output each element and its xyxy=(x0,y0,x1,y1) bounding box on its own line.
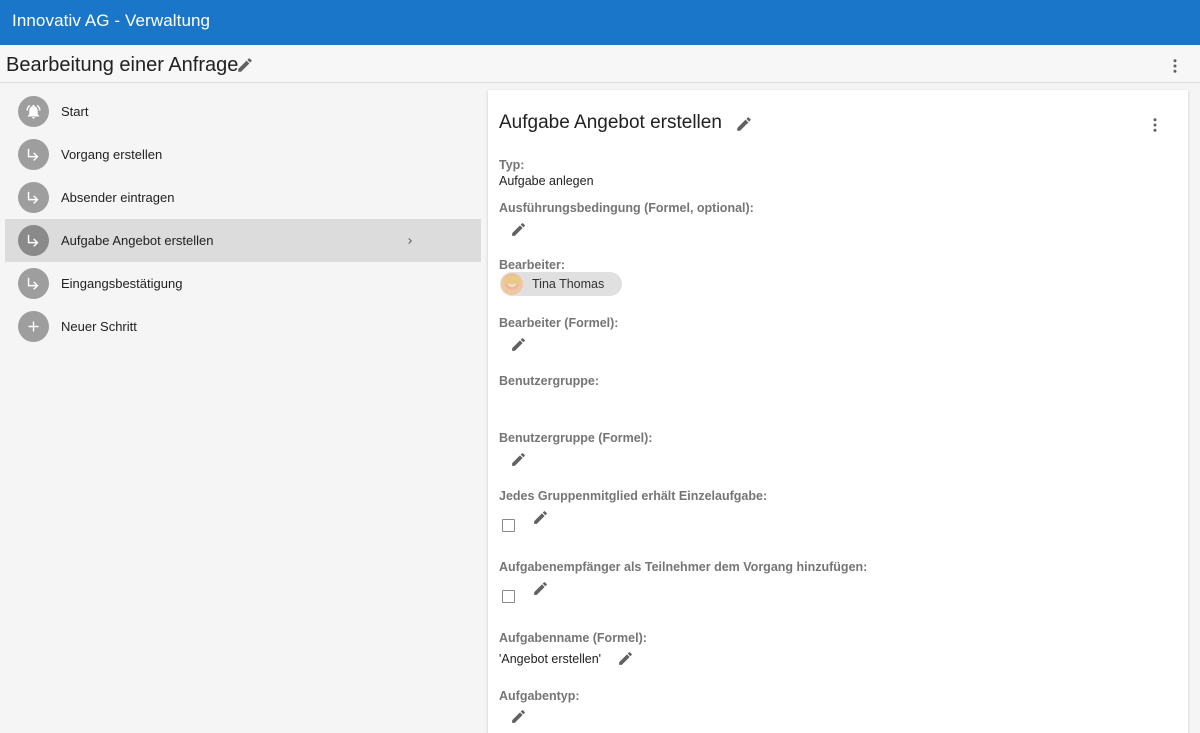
assignee-formula-label: Bearbeiter (Formel): xyxy=(499,316,619,330)
edit-title-pencil-icon[interactable] xyxy=(236,56,254,79)
chevron-right-icon xyxy=(404,234,416,252)
typ-value: Aufgabe anlegen xyxy=(499,174,594,188)
step-aufgabe-angebot-erstellen[interactable]: Aufgabe Angebot erstellen xyxy=(5,219,481,262)
plus-icon xyxy=(18,311,49,342)
step-label: Eingangsbestätigung xyxy=(61,276,183,291)
assignee-name: Tina Thomas xyxy=(532,277,605,291)
app-title: Innovativ AG - Verwaltung xyxy=(12,11,211,30)
subdirectory-arrow-icon xyxy=(18,225,49,256)
step-start[interactable]: Start xyxy=(5,90,481,133)
edit-detail-title-pencil-icon[interactable] xyxy=(735,115,753,138)
step-label: Neuer Schritt xyxy=(61,319,137,334)
step-neuer-schritt[interactable]: Neuer Schritt xyxy=(5,305,481,348)
subdirectory-arrow-icon xyxy=(18,182,49,213)
subdirectory-arrow-icon xyxy=(18,139,49,170)
page-title: Bearbeitung einer Anfrage xyxy=(6,54,239,76)
page-header: Bearbeitung einer Anfrage xyxy=(0,45,1200,83)
step-label: Vorgang erstellen xyxy=(61,147,163,162)
taskname-label: Aufgabenname (Formel): xyxy=(499,631,647,645)
avatar xyxy=(501,273,523,295)
edit-condition-pencil-icon[interactable] xyxy=(510,221,527,243)
condition-label: Ausführungsbedingung (Formel, optional): xyxy=(499,201,754,215)
detail-title: Aufgabe Angebot erstellen xyxy=(499,112,722,133)
assignee-label: Bearbeiter: xyxy=(499,258,565,272)
more-vert-icon[interactable] xyxy=(1166,57,1184,80)
edit-taskname-pencil-icon[interactable] xyxy=(617,650,634,672)
usergroup-formula-label: Benutzergruppe (Formel): xyxy=(499,431,653,445)
step-label: Absender eintragen xyxy=(61,190,175,205)
edit-add-participants-pencil-icon[interactable] xyxy=(532,580,549,602)
step-absender-eintragen[interactable]: Absender eintragen xyxy=(5,176,481,219)
step-detail-panel: Aufgabe Angebot erstellen Typ: Aufgabe a… xyxy=(488,90,1188,733)
add-participants-label: Aufgabenempfänger als Teilnehmer dem Vor… xyxy=(499,560,868,574)
more-vert-icon[interactable] xyxy=(1146,116,1164,139)
app-bar: Innovativ AG - Verwaltung xyxy=(0,0,1200,45)
step-label: Aufgabe Angebot erstellen xyxy=(61,233,214,248)
step-eingangsbestaetigung[interactable]: Eingangsbestätigung xyxy=(5,262,481,305)
each-member-label: Jedes Gruppenmitglied erhält Einzelaufga… xyxy=(499,489,768,503)
subdirectory-arrow-icon xyxy=(18,268,49,299)
taskname-value: 'Angebot erstellen' xyxy=(499,652,602,666)
step-vorgang-erstellen[interactable]: Vorgang erstellen xyxy=(5,133,481,176)
usergroup-label: Benutzergruppe: xyxy=(499,374,599,388)
step-label: Start xyxy=(61,104,89,119)
edit-each-member-pencil-icon[interactable] xyxy=(532,509,549,531)
steps-list: Start Vorgang erstellen Absender eintrag… xyxy=(5,90,481,348)
edit-tasktype-pencil-icon[interactable] xyxy=(510,708,527,730)
edit-assignee-formula-pencil-icon[interactable] xyxy=(510,336,527,358)
add-participants-checkbox[interactable] xyxy=(502,590,515,603)
tasktype-label: Aufgabentyp: xyxy=(499,689,580,703)
each-member-checkbox[interactable] xyxy=(502,519,515,532)
typ-label: Typ: xyxy=(499,158,525,172)
assignee-chip[interactable]: Tina Thomas xyxy=(500,272,622,296)
bell-icon xyxy=(18,96,49,127)
edit-usergroup-formula-pencil-icon[interactable] xyxy=(510,451,527,473)
